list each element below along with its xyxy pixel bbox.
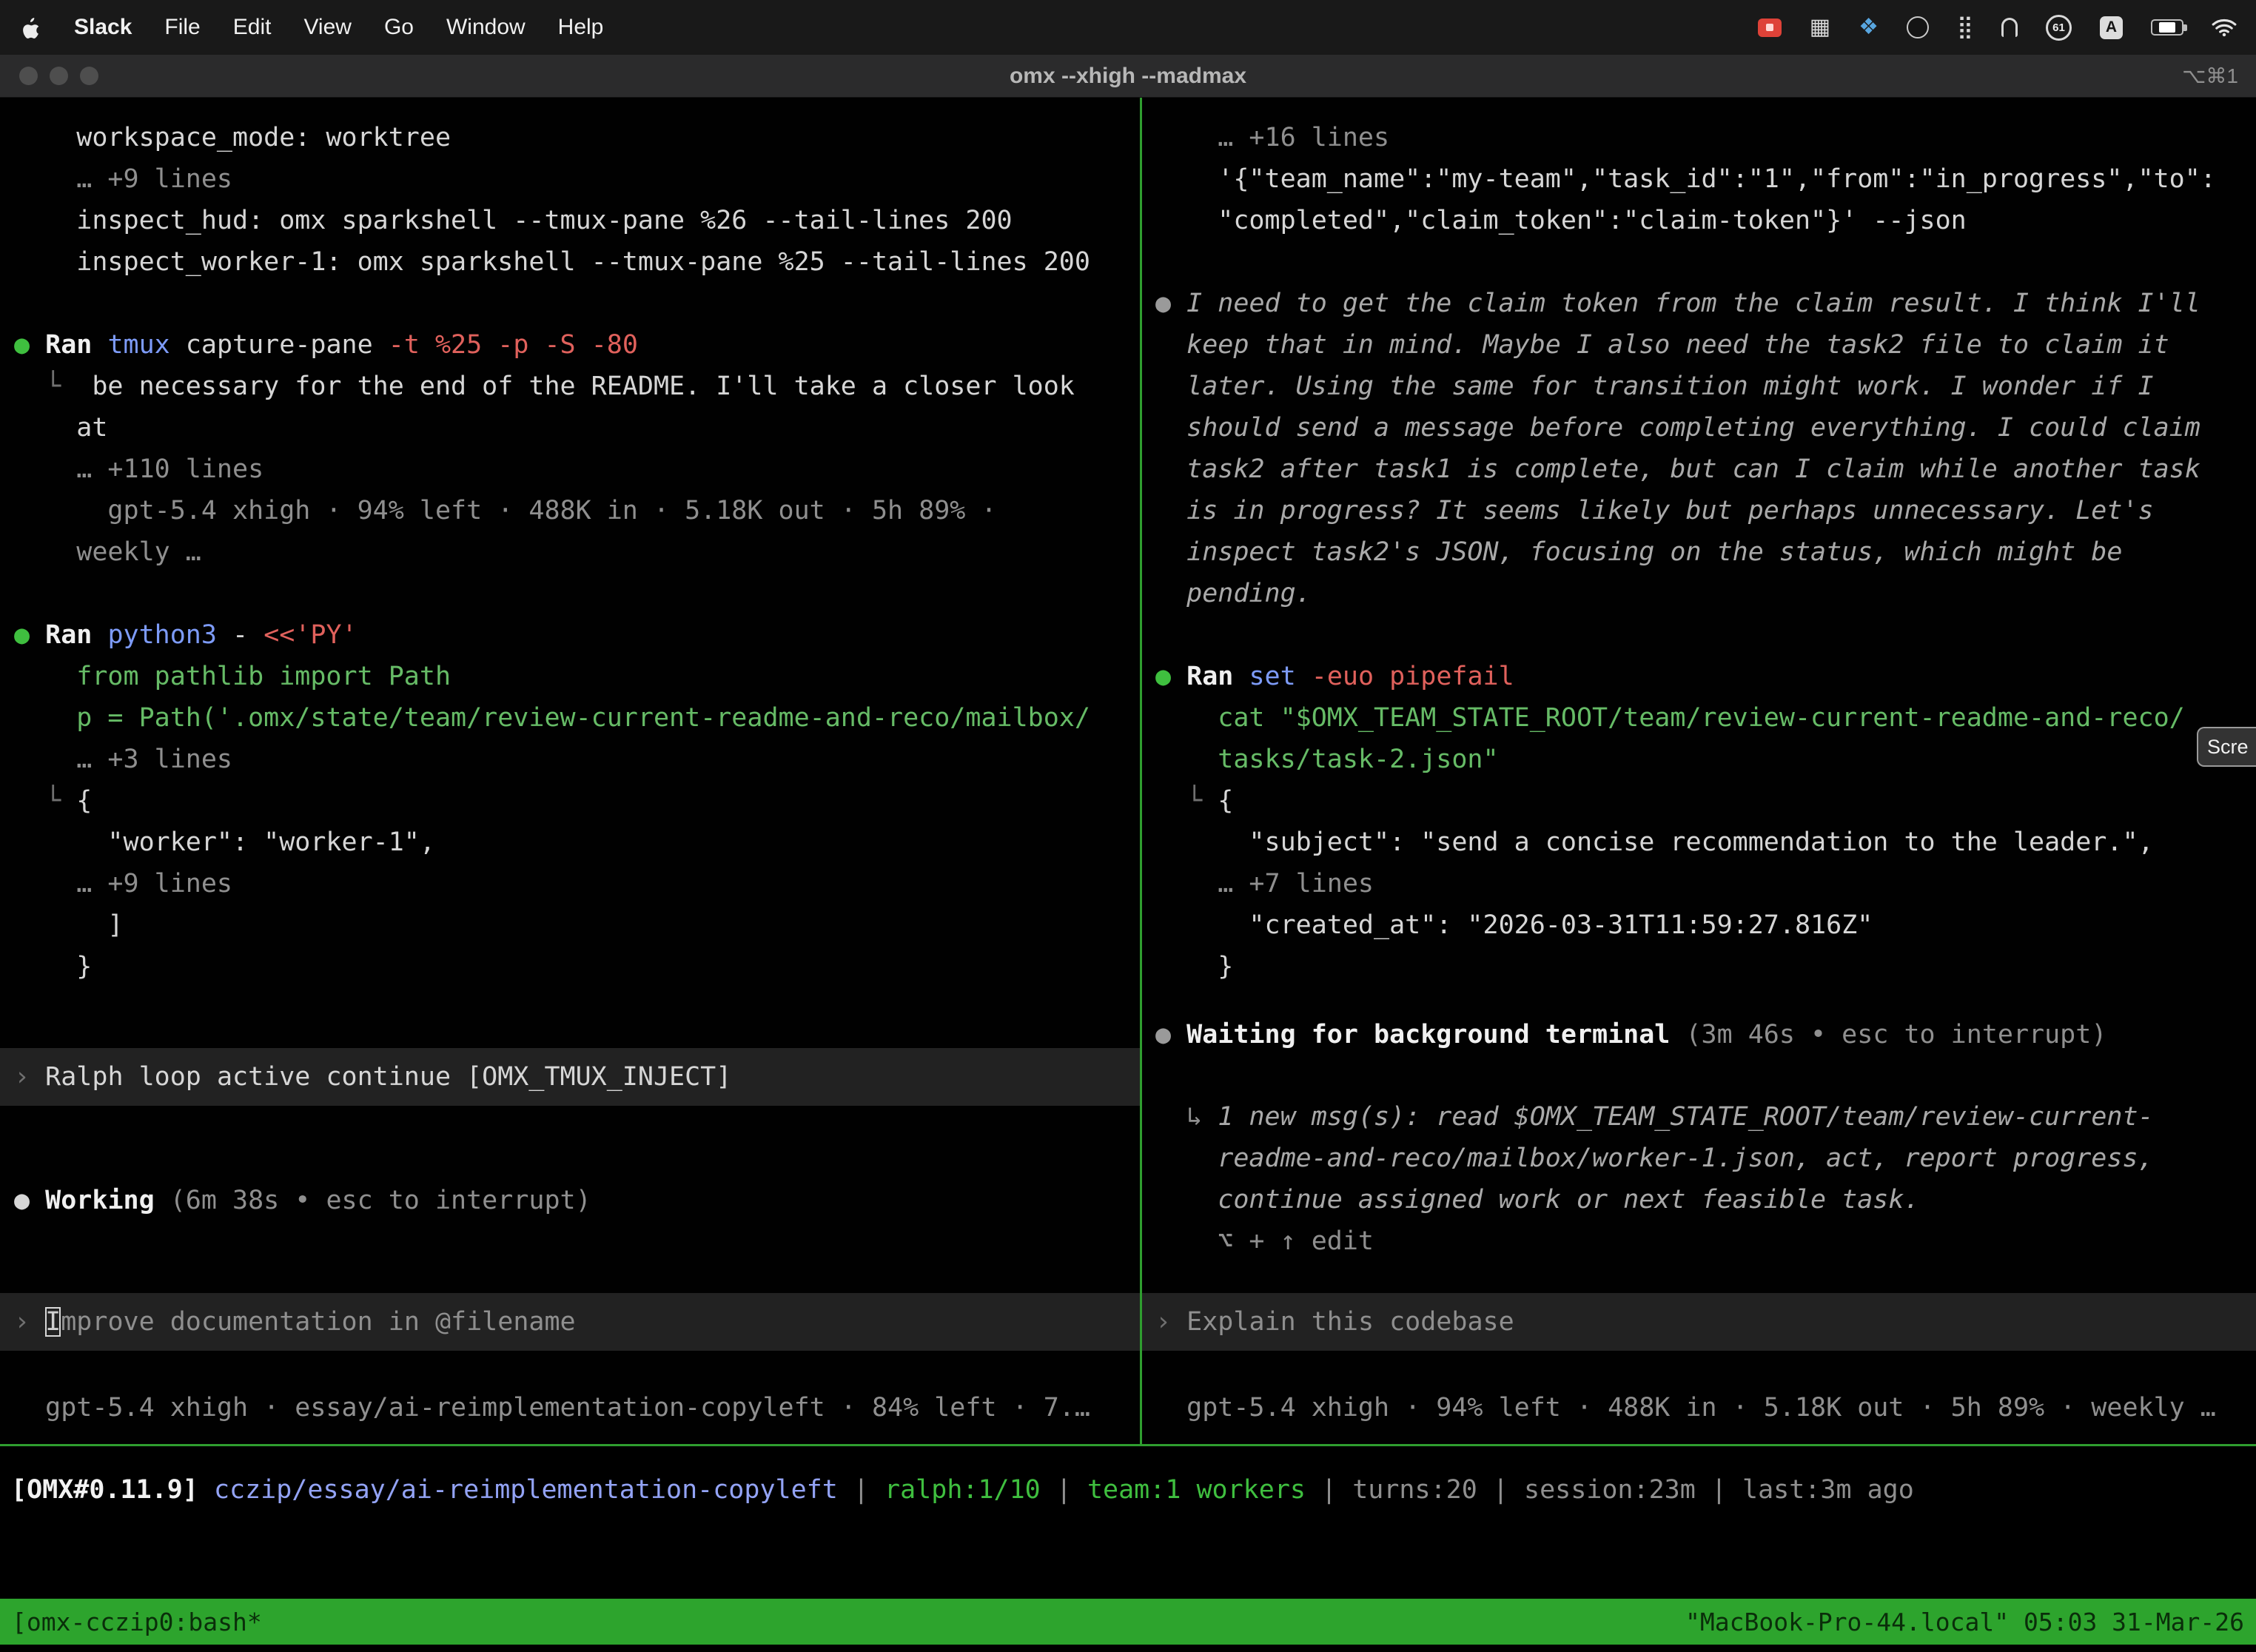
- terminal-line: }: [14, 946, 1140, 987]
- terminal-line: from pathlib import Path: [14, 656, 1140, 697]
- wifi-icon[interactable]: [2212, 18, 2237, 37]
- terminal-line: "completed","claim_token":"claim-token"}…: [1155, 200, 2256, 241]
- terminal-line: is in progress? It seems likely but perh…: [1155, 490, 2256, 531]
- terminal-line: └ {: [1155, 780, 2256, 822]
- terminal-line: › Ralph loop active continue [OMX_TMUX_I…: [14, 1056, 731, 1098]
- grid-icon[interactable]: ▦: [1810, 16, 1830, 38]
- terminal-line: later. Using the same for transition mig…: [1155, 366, 2256, 407]
- ralph-loop-prompt[interactable]: › Ralph loop active continue [OMX_TMUX_I…: [0, 1048, 1140, 1106]
- terminal-line: inspect_hud: omx sparkshell --tmux-pane …: [14, 200, 1140, 241]
- terminal-line: "worker": "worker-1",: [14, 822, 1140, 863]
- terminal-line: [1155, 614, 2256, 656]
- terminal-line: … +9 lines: [14, 158, 1140, 200]
- terminal-line: at: [14, 407, 1140, 449]
- terminal-line: ● Waiting for background terminal (3m 46…: [1155, 1014, 2256, 1055]
- terminal-line: should send a message before completing …: [1155, 407, 2256, 449]
- tmux-status-bar: [omx-cczip0:bash* "MacBook-Pro-44.local"…: [0, 1599, 2256, 1645]
- terminal-line: readme-and-reco/mailbox/worker-1.json, a…: [1155, 1138, 2256, 1179]
- terminal-line: tasks/task-2.json": [1155, 739, 2256, 780]
- terminal-line: }: [1155, 946, 2256, 987]
- menu-help[interactable]: Help: [558, 15, 604, 40]
- terminal-line: [OMX#0.11.9] cczip/essay/ai-reimplementa…: [11, 1469, 1914, 1511]
- terminal-line: [14, 283, 1140, 324]
- composer-input-right[interactable]: › Explain this codebase: [1142, 1293, 2256, 1351]
- battery-percent-icon[interactable]: 61: [2046, 15, 2072, 41]
- dots-grid-icon[interactable]: ⣿: [1957, 16, 1973, 38]
- working-status: ● Working (6m 38s • esc to interrupt): [0, 1180, 1140, 1221]
- terminal-pane-right: … +16 lines '{"team_name":"my-team","tas…: [1142, 98, 2256, 1444]
- terminal-line: ● Ran tmux capture-pane -t %25 -p -S -80: [14, 324, 1140, 366]
- tmux-host-clock: "MacBook-Pro-44.local" 05:03 31-Mar-26: [1685, 1608, 2244, 1636]
- terminal-line: [1155, 241, 2256, 283]
- app-icon-circle[interactable]: [1907, 16, 1929, 38]
- window-shortcut: ⌥⌘1: [2182, 64, 2238, 88]
- apple-menu-icon[interactable]: [22, 16, 41, 38]
- terminal-line: … +16 lines: [1155, 117, 2256, 158]
- terminal-line: › Explain this codebase: [1155, 1301, 1514, 1343]
- menu-view[interactable]: View: [303, 15, 351, 40]
- terminal-line: ]: [14, 904, 1140, 946]
- menu-edit[interactable]: Edit: [233, 15, 272, 40]
- terminal-line: workspace_mode: worktree: [14, 117, 1140, 158]
- terminal-line: ● Ran set -euo pipefail: [1155, 656, 2256, 697]
- menu-file[interactable]: File: [164, 15, 200, 40]
- terminal-line: ↳ 1 new msg(s): read $OMX_TEAM_STATE_ROO…: [1155, 1096, 2256, 1138]
- terminal-line: ⌥ + ↑ edit: [1155, 1220, 2256, 1262]
- terminal-line: └ {: [14, 780, 1140, 822]
- terminal-line: ● I need to get the claim token from the…: [1155, 283, 2256, 324]
- terminal-line: gpt-5.4 xhigh · 94% left · 488K in · 5.1…: [14, 490, 1140, 531]
- terminal-line: └ be necessary for the end of the README…: [14, 366, 1140, 407]
- menu-window[interactable]: Window: [446, 15, 526, 40]
- window-title: omx --xhigh --madmax: [0, 64, 2256, 89]
- macos-menu-bar: Slack File Edit View Go Window Help ▦ ❖ …: [0, 0, 2256, 55]
- menu-go[interactable]: Go: [384, 15, 414, 40]
- terminal-line: … +7 lines: [1155, 863, 2256, 904]
- right-scrollback: … +16 lines '{"team_name":"my-team","tas…: [1142, 98, 2256, 987]
- hud-border: [0, 1444, 2256, 1446]
- right-pane-statusline: gpt-5.4 xhigh · 94% left · 488K in · 5.1…: [1142, 1387, 2256, 1428]
- terminal-pane-left: workspace_mode: worktree … +9 lines insp…: [0, 98, 1140, 1444]
- terminal-line: keep that in mind. Maybe I also need the…: [1155, 324, 2256, 366]
- terminal-line: inspect task2's JSON, focusing on the st…: [1155, 531, 2256, 573]
- screenshot-preview[interactable]: Scre: [2197, 727, 2256, 767]
- terminal-line: "subject": "send a concise recommendatio…: [1155, 822, 2256, 863]
- terminal-line: p = Path('.omx/state/team/review-current…: [14, 697, 1140, 739]
- terminal-line: weekly …: [14, 531, 1140, 573]
- terminal-line: [14, 573, 1140, 614]
- menu-app-name[interactable]: Slack: [74, 15, 132, 40]
- omx-hud-statusline: [OMX#0.11.9] cczip/essay/ai-reimplementa…: [11, 1469, 1914, 1511]
- terminal-line: … +9 lines: [14, 863, 1140, 904]
- terminal-line: … +3 lines: [14, 739, 1140, 780]
- ghost-icon[interactable]: [2001, 18, 2018, 37]
- battery-icon[interactable]: [2151, 19, 2183, 36]
- terminal: workspace_mode: worktree … +9 lines insp…: [0, 98, 2256, 1444]
- terminal-line: inspect_worker-1: omx sparkshell --tmux-…: [14, 241, 1140, 283]
- left-scrollback: workspace_mode: worktree … +9 lines insp…: [0, 98, 1140, 987]
- left-pane-statusline: gpt-5.4 xhigh · essay/ai-reimplementatio…: [0, 1387, 1140, 1428]
- terminal-line: pending.: [1155, 573, 2256, 614]
- terminal-line: task2 after task1 is complete, but can I…: [1155, 449, 2256, 490]
- terminal-line: … +110 lines: [14, 449, 1140, 490]
- terminal-line: "created_at": "2026-03-31T11:59:27.816Z": [1155, 904, 2256, 946]
- terminal-line: cat "$OMX_TEAM_STATE_ROOT/team/review-cu…: [1155, 697, 2256, 739]
- tmux-session-label: [omx-cczip0:bash*: [12, 1608, 262, 1636]
- terminal-line: ● Ran python3 - <<'PY': [14, 614, 1140, 656]
- terminal-line: continue assigned work or next feasible …: [1155, 1179, 2256, 1220]
- terminal-line: '{"team_name":"my-team","task_id":"1","f…: [1155, 158, 2256, 200]
- app-icon-blue[interactable]: ❖: [1859, 16, 1879, 38]
- waiting-status: ● Waiting for background terminal (3m 46…: [1142, 1014, 2256, 1055]
- screen-recording-icon[interactable]: [1758, 19, 1782, 37]
- composer-input-left[interactable]: › Improve documentation in @filename: [0, 1293, 1140, 1351]
- terminal-line: ● Working (6m 38s • esc to interrupt): [14, 1180, 1140, 1221]
- terminal-line: › Improve documentation in @filename: [14, 1301, 576, 1343]
- input-source-icon[interactable]: A: [2100, 16, 2123, 39]
- window-title-bar: omx --xhigh --madmax ⌥⌘1: [0, 55, 2256, 98]
- mailbox-message: ↳ 1 new msg(s): read $OMX_TEAM_STATE_ROO…: [1142, 1096, 2256, 1262]
